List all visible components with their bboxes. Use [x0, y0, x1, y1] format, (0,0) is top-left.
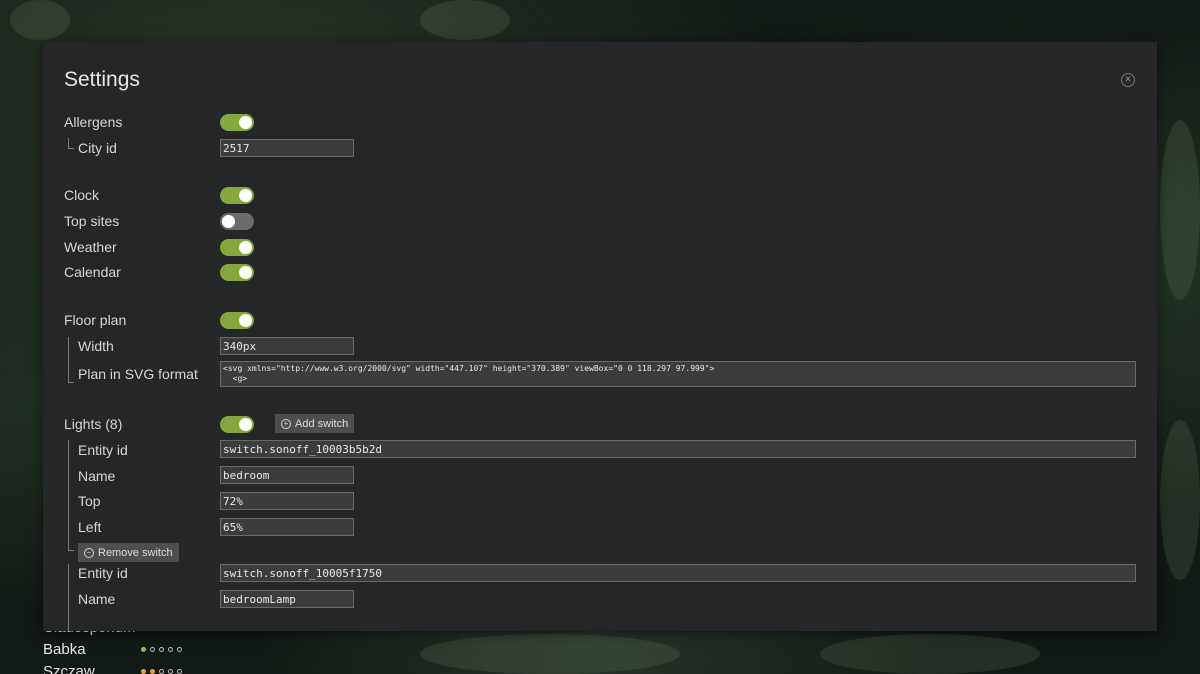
- calendar-label: Calendar: [64, 264, 121, 280]
- add-switch-label: Add switch: [295, 417, 349, 430]
- name-label: Name: [78, 591, 116, 607]
- tree-connector: [68, 148, 74, 149]
- allergen-item: Szczaw: [43, 662, 182, 674]
- toggle-knob: [239, 418, 252, 431]
- level-dot: [150, 647, 155, 652]
- minus-circle-icon: −: [84, 547, 94, 558]
- top-label: Top: [78, 493, 101, 509]
- tree-connector: [68, 382, 74, 383]
- tree-connector: [68, 550, 74, 551]
- allergen-name: Babka: [43, 641, 86, 658]
- lights-label: Lights (8): [64, 416, 123, 432]
- svg-plan-textarea[interactable]: <svg xmlns="http://www.w3.org/2000/svg" …: [220, 361, 1136, 387]
- entity-id-input[interactable]: [220, 564, 1136, 582]
- floor-plan-label: Floor plan: [64, 312, 127, 328]
- level-dot: [150, 669, 155, 674]
- allergen-level-dots: [141, 669, 182, 674]
- allergen-item: Babka: [43, 640, 182, 660]
- allergen-name: Szczaw: [43, 663, 95, 674]
- weather-toggle[interactable]: [220, 239, 254, 256]
- svg-plan-label: Plan in SVG format: [78, 366, 198, 382]
- toggle-knob: [239, 189, 252, 202]
- level-dot: [177, 669, 182, 674]
- add-switch-button[interactable]: + Add switch: [275, 414, 355, 433]
- allergen-level-dots: [141, 647, 182, 652]
- entity-id-input[interactable]: [220, 440, 1136, 458]
- background-foliage: [420, 634, 680, 674]
- remove-switch-label: Remove switch: [98, 546, 173, 559]
- background-foliage: [1160, 120, 1200, 300]
- dialog-title: Settings: [64, 68, 140, 91]
- tree-connector: [68, 440, 69, 550]
- floor-plan-toggle[interactable]: [220, 312, 254, 329]
- toggle-knob: [239, 241, 252, 254]
- background-foliage: [420, 0, 510, 40]
- level-dot: [177, 647, 182, 652]
- name-input[interactable]: [220, 590, 354, 608]
- level-dot: [141, 669, 146, 674]
- clock-label: Clock: [64, 187, 100, 203]
- allergens-label: Allergens: [64, 114, 123, 130]
- level-dot: [159, 647, 164, 652]
- lights-toggle[interactable]: [220, 416, 254, 433]
- level-dot: [141, 647, 146, 652]
- left-input[interactable]: [220, 518, 354, 536]
- width-label: Width: [78, 338, 114, 354]
- plus-circle-icon: +: [281, 418, 291, 429]
- toggle-knob: [239, 116, 252, 129]
- tree-connector: [68, 564, 69, 631]
- toggle-knob: [222, 215, 235, 228]
- level-dot: [159, 669, 164, 674]
- left-label: Left: [78, 519, 102, 535]
- top-input[interactable]: [220, 492, 354, 510]
- allergens-toggle[interactable]: [220, 114, 254, 131]
- level-dot: [168, 669, 173, 674]
- width-input[interactable]: [220, 337, 354, 355]
- background-foliage: [10, 0, 70, 40]
- toggle-knob: [239, 266, 252, 279]
- toggle-knob: [239, 314, 252, 327]
- level-dot: [168, 647, 173, 652]
- entity-id-label: Entity id: [78, 565, 128, 581]
- tree-connector: [68, 138, 69, 148]
- clock-toggle[interactable]: [220, 187, 254, 204]
- city-id-label: City id: [78, 140, 117, 156]
- name-label: Name: [78, 468, 116, 484]
- close-icon[interactable]: ✕: [1121, 73, 1135, 87]
- calendar-toggle[interactable]: [220, 264, 254, 281]
- name-input[interactable]: [220, 466, 354, 484]
- tree-connector: [68, 337, 69, 382]
- top-sites-toggle[interactable]: [220, 213, 254, 230]
- entity-id-label: Entity id: [78, 442, 128, 458]
- background-foliage: [1160, 420, 1200, 580]
- city-id-input[interactable]: [220, 139, 354, 157]
- top-sites-label: Top sites: [64, 213, 120, 229]
- remove-switch-button[interactable]: − Remove switch: [78, 543, 179, 562]
- background-foliage: [820, 634, 1040, 674]
- weather-label: Weather: [64, 239, 117, 255]
- settings-dialog: Settings ✕ Allergens City id Clock Top s…: [43, 42, 1157, 631]
